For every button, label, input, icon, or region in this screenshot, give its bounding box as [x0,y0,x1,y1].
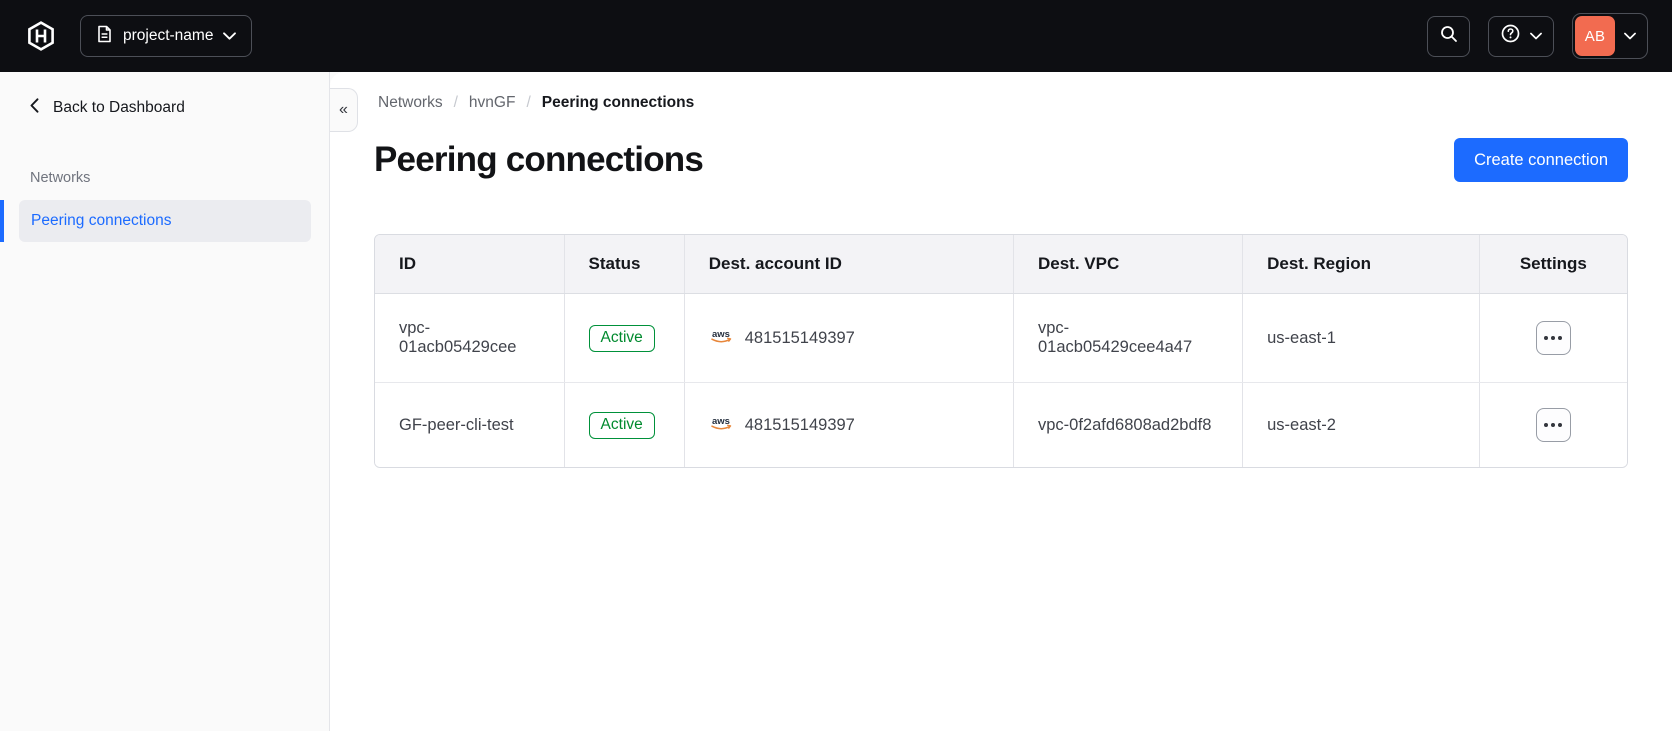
active-indicator-bar [0,200,4,242]
search-button[interactable] [1427,15,1470,57]
chevron-down-icon [1529,27,1542,45]
back-to-dashboard-link[interactable]: Back to Dashboard [30,92,329,124]
status-badge: Active [588,411,655,439]
row-settings-menu-button[interactable] [1535,321,1571,355]
column-header-id: ID [375,235,565,294]
help-icon [1501,24,1520,48]
aws-icon: aws [709,415,734,436]
project-switcher-label: project-name [123,27,214,44]
dest-account-id-value: 481515149397 [744,328,855,347]
cell-status: Active [563,293,685,383]
column-header-dest-vpc: Dest. VPC [1012,235,1243,294]
chevron-left-icon [30,98,39,118]
breadcrumb-networks[interactable]: Networks [378,94,443,112]
page-title: Peering connections [374,140,704,179]
sidebar-nav-row: Peering connections [0,200,329,242]
topbar: project-name AB [0,0,1672,72]
cell-settings [1478,382,1627,467]
column-header-status: Status [563,235,685,294]
sidebar-item-peering-connections[interactable]: Peering connections [19,200,311,242]
chevron-down-icon [1615,32,1645,40]
sidebar: Back to Dashboard Networks Peering conne… [0,72,330,731]
status-badge: Active [588,324,655,352]
avatar: AB [1575,16,1615,56]
help-menu-button[interactable] [1488,15,1554,57]
cell-settings [1478,293,1627,383]
document-icon [96,25,113,48]
breadcrumb-current-page: Peering connections [541,94,695,111]
table-header-row: ID Status Dest. account ID Dest. VPC Des… [375,235,1627,294]
sidebar-collapse-button[interactable]: « [330,88,358,132]
cell-dest-region: us-east-2 [1242,382,1480,467]
create-connection-button[interactable]: Create connection [1454,138,1628,182]
back-to-dashboard-label: Back to Dashboard [53,99,185,116]
project-switcher[interactable]: project-name [80,15,253,57]
dest-account-id-value: 481515149397 [744,415,855,434]
search-icon [1440,25,1458,48]
cell-dest-account-id: aws 481515149397 [683,293,1014,383]
row-settings-menu-button[interactable] [1535,408,1571,442]
main-area: « Networks / hvnGF / Peering connections… [330,72,1672,731]
cell-dest-vpc: vpc-0f2afd6808ad2bdf8 [1012,382,1243,467]
breadcrumb: Networks / hvnGF / Peering connections [374,94,1628,112]
column-header-dest-account-id: Dest. account ID [683,235,1014,294]
breadcrumb-separator: / [453,94,458,111]
aws-icon: aws [709,328,734,349]
table-row: vpc-01acb05429cee Active aws 48151514939… [375,293,1627,383]
breadcrumb-hvn[interactable]: hvnGF [469,94,516,112]
hashicorp-logo-icon [26,20,56,52]
cell-dest-region: us-east-1 [1242,293,1480,383]
sidebar-item-label: Peering connections [31,212,172,229]
cell-id: GF-peer-cli-test [375,382,565,467]
title-row: Peering connections Create connection [374,138,1628,182]
breadcrumb-separator: / [526,94,531,111]
hcp-app: project-name AB Back to Dashboard Networ… [0,0,1672,731]
cell-dest-vpc: vpc-01acb05429cee4a47 [1012,293,1243,383]
cell-id: vpc-01acb05429cee [375,293,565,383]
main-content: Networks / hvnGF / Peering connections P… [330,72,1672,731]
column-header-settings: Settings [1478,235,1627,294]
body-row: Back to Dashboard Networks Peering conne… [0,72,1672,731]
chevron-down-icon [223,27,237,45]
cell-dest-account-id: aws 481515149397 [683,382,1014,467]
cell-status: Active [563,382,685,467]
sidebar-section-networks: Networks [30,170,91,186]
column-header-dest-region: Dest. Region [1242,235,1480,294]
account-menu-button[interactable]: AB [1572,13,1648,59]
peering-connections-table: ID Status Dest. account ID Dest. VPC Des… [374,234,1628,468]
table-row: GF-peer-cli-test Active aws 481515149397… [375,382,1627,467]
collapse-chevrons-icon: « [339,101,348,118]
